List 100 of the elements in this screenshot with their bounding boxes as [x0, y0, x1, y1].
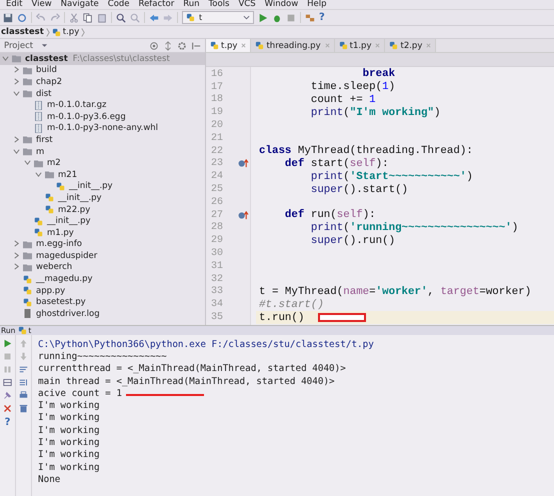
tree-item[interactable]: weberch: [0, 262, 205, 274]
tree-item[interactable]: m1.py: [0, 226, 205, 238]
code-line: t = MyThread(name='worker', target=worker): [259, 286, 532, 298]
target-icon[interactable]: [149, 40, 159, 50]
scroll-to-end-icon[interactable]: [19, 378, 28, 387]
layout-icon[interactable]: [3, 378, 12, 387]
tree-item[interactable]: m.egg-info: [0, 238, 205, 250]
line-number: 23: [210, 158, 224, 170]
tree-item[interactable]: m22.py: [0, 204, 205, 216]
archive-file-icon: [34, 112, 43, 122]
tree-item[interactable]: __magedu.py: [0, 273, 205, 285]
paste-icon[interactable]: [97, 12, 107, 22]
menu-item[interactable]: Run: [183, 0, 200, 9]
breadcrumb-item[interactable]: classtest: [1, 27, 44, 37]
expanded-chevron-icon[interactable]: [13, 148, 20, 155]
collapsed-chevron-icon[interactable]: [13, 240, 20, 248]
override-marker-icon[interactable]: [238, 210, 249, 220]
python-file-icon: [18, 326, 28, 335]
code-line: print('running~~~~~~~~~~~~~~~~'): [310, 222, 518, 234]
tree-item[interactable]: basetest.py: [0, 296, 205, 308]
stop-icon[interactable]: [286, 12, 296, 22]
copy-icon[interactable]: [83, 12, 93, 22]
trash-icon[interactable]: [19, 404, 28, 413]
line-number: 34: [210, 299, 224, 310]
archive-file-icon: [34, 124, 43, 133]
code-line: super().start(): [310, 184, 408, 196]
close-icon[interactable]: [241, 43, 246, 48]
tree-item[interactable]: ghostdriver.log: [0, 308, 205, 320]
collapsed-chevron-icon[interactable]: [13, 136, 20, 143]
console-line: I'm working: [38, 462, 100, 473]
tree-item[interactable]: m-0.1.0-py3-none-any.whl: [0, 122, 205, 134]
collapsed-chevron-icon[interactable]: [13, 66, 20, 74]
override-marker-icon[interactable]: [238, 159, 249, 168]
project-view-selector[interactable]: Project: [4, 40, 48, 50]
line-number: 24: [210, 171, 224, 182]
tree-item[interactable]: __init__.py: [0, 215, 205, 227]
line-number: 21: [210, 132, 224, 144]
line-number: 19: [210, 107, 224, 118]
python-file-icon: [210, 41, 219, 50]
code-line: super().run(): [310, 234, 396, 247]
collapsed-chevron-icon[interactable]: [13, 263, 20, 270]
editor-tab[interactable]: t2.py: [385, 39, 436, 52]
tree-item[interactable]: m: [0, 146, 205, 158]
close-icon[interactable]: [3, 404, 12, 413]
tree-item[interactable]: __init__.py: [0, 192, 205, 204]
cut-icon[interactable]: [69, 12, 79, 22]
editor-tab[interactable]: t.py: [206, 39, 252, 52]
hide-icon[interactable]: [191, 40, 201, 50]
tree-item[interactable]: chap2: [0, 76, 205, 88]
text-file-icon: [23, 309, 32, 318]
breadcrumb-item[interactable]: t.py: [52, 27, 80, 37]
code-line: count += 1: [310, 94, 376, 106]
console-line: acive count = 1: [38, 388, 122, 399]
undo-icon[interactable]: [36, 12, 46, 22]
menu-item[interactable]: VCS: [238, 0, 256, 9]
caret-icon: [41, 43, 48, 48]
line-number: 32: [210, 274, 224, 285]
caret-icon: [243, 15, 250, 20]
settings-icon[interactable]: [177, 40, 187, 50]
editor-tab[interactable]: threading.py: [251, 39, 335, 52]
run-config-dropdown[interactable]: t: [182, 11, 254, 24]
console-line: running~~~~~~~~~~~~~~~~: [38, 350, 167, 362]
editor-tab[interactable]: t1.py: [334, 39, 386, 52]
code-line: def run(self):: [284, 209, 376, 222]
save-icon[interactable]: [3, 12, 13, 22]
tree-item[interactable]: app.py: [0, 284, 205, 296]
tree-item[interactable]: classtest F:\classes\stu\classtest: [0, 53, 205, 65]
expanded-chevron-icon[interactable]: [24, 159, 31, 166]
expanded-chevron-icon[interactable]: [2, 54, 9, 62]
replace-icon[interactable]: [130, 12, 140, 22]
expanded-chevron-icon[interactable]: [13, 90, 20, 97]
line-number: 18: [210, 94, 224, 106]
expanded-chevron-icon[interactable]: [35, 170, 42, 178]
chevron-icon: [46, 26, 50, 38]
tree-item[interactable]: m2: [0, 157, 205, 169]
tree-item[interactable]: build: [0, 64, 205, 76]
collapsed-chevron-icon[interactable]: [13, 78, 20, 85]
print-icon[interactable]: [19, 391, 28, 400]
tree-item[interactable]: m-0.1.0-py3.6.egg: [0, 110, 205, 123]
pin-icon[interactable]: [3, 391, 12, 400]
python-file-icon: [255, 41, 264, 50]
run-icon[interactable]: [3, 339, 12, 348]
tree-item[interactable]: mageduspider: [0, 250, 205, 262]
help-button[interactable]: ?: [4, 417, 10, 428]
back-icon[interactable]: [149, 12, 159, 22]
tree-item[interactable]: dist: [0, 88, 205, 100]
tree-item[interactable]: m21: [0, 168, 205, 181]
collapsed-chevron-icon[interactable]: [13, 252, 20, 259]
line-number: 27: [210, 210, 224, 221]
tree-item[interactable]: first: [0, 134, 205, 146]
redo-icon[interactable]: [50, 12, 60, 22]
run-icon[interactable]: [258, 12, 268, 22]
search-icon[interactable]: [116, 12, 126, 22]
help-button[interactable]: ?: [319, 12, 325, 23]
console-line: I'm working: [38, 424, 100, 436]
collapse-icon[interactable]: [163, 40, 173, 50]
line-number: 25: [210, 184, 224, 196]
soft-wrap-icon[interactable]: [19, 365, 28, 374]
tree-item[interactable]: m-0.1.0.tar.gz: [0, 99, 205, 111]
tree-item[interactable]: __init__.py: [0, 180, 205, 192]
